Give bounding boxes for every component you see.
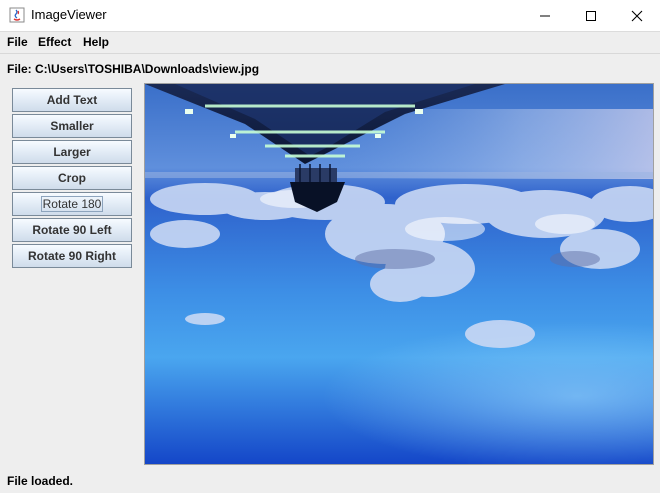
title-bar[interactable]: ImageViewer [0,0,660,32]
status-text: File loaded. [7,474,74,488]
landscape-image [145,84,653,464]
window-title: ImageViewer [31,7,107,22]
add-text-button[interactable]: Add Text [12,88,132,112]
minimize-button[interactable] [522,0,568,31]
maximize-button[interactable] [568,0,614,31]
rotate-90-right-button[interactable]: Rotate 90 Right [12,244,132,268]
crop-button[interactable]: Crop [12,166,132,190]
rotate-180-button[interactable]: Rotate 180 [12,192,132,216]
larger-button[interactable]: Larger [12,140,132,164]
menu-help[interactable]: Help [83,35,109,49]
smaller-button[interactable]: Smaller [12,114,132,138]
rotate-90-left-button[interactable]: Rotate 90 Left [12,218,132,242]
smaller-label: Smaller [50,119,94,133]
menu-separator [0,53,660,54]
rotate-90-left-label: Rotate 90 Left [32,223,112,237]
menu-file[interactable]: File [7,35,28,49]
menu-effect[interactable]: Effect [38,35,71,49]
menu-bar: File Effect Help [0,32,660,52]
minimize-icon [540,15,550,16]
file-path-label: File: C:\Users\TOSHIBA\Downloads\view.jp… [7,62,260,76]
rotate-180-label: Rotate 180 [40,196,104,212]
crop-label: Crop [58,171,86,185]
java-app-icon [9,7,25,23]
larger-label: Larger [53,145,91,159]
maximize-icon [586,10,596,21]
add-text-label: Add Text [46,93,98,107]
close-button[interactable] [614,0,660,31]
image-display[interactable] [144,83,654,465]
close-icon [631,10,643,21]
rotate-90-right-label: Rotate 90 Right [27,249,116,263]
